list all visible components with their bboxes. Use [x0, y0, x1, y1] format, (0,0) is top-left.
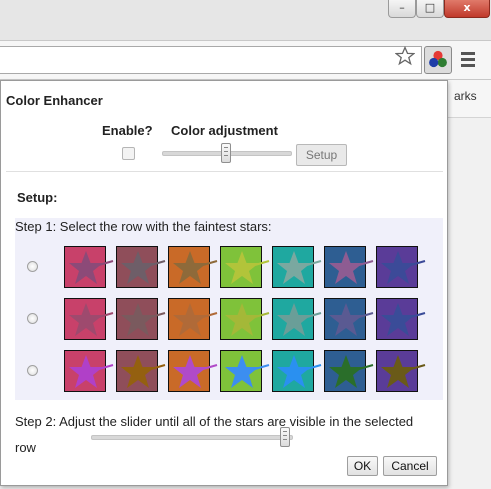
star-swatch: [116, 350, 166, 392]
star-swatch: [324, 246, 374, 288]
star-swatch: [220, 246, 270, 288]
star-swatch: [272, 246, 322, 288]
maximize-button[interactable]: □: [416, 0, 444, 18]
star-icon: [69, 251, 114, 284]
divider: [6, 171, 443, 172]
star-swatch: [64, 350, 114, 392]
color-enhancer-extension-icon: [429, 50, 447, 68]
star-swatch: [220, 350, 270, 392]
color-enhancer-extension-button[interactable]: [424, 46, 452, 74]
star-swatch: [116, 298, 166, 340]
star-icon: [69, 303, 114, 336]
star-icon: [381, 303, 426, 336]
star-swatch: [168, 246, 218, 288]
star-icon: [381, 355, 426, 388]
maximize-icon: □: [424, 1, 436, 14]
star-swatch: [272, 298, 322, 340]
setup-button[interactable]: Setup: [296, 144, 347, 166]
star-icon: [329, 303, 374, 336]
star-outline-icon[interactable]: [395, 46, 415, 66]
row-3-radio[interactable]: [27, 365, 38, 376]
star-icon: [225, 303, 270, 336]
star-icon: [173, 355, 218, 388]
enable-label: Enable?: [102, 123, 153, 138]
star-swatch: [376, 350, 426, 392]
star-icon: [121, 303, 166, 336]
popup-title: Color Enhancer: [6, 93, 103, 108]
star-icon: [69, 355, 114, 388]
step1-instruction: Step 1: Select the row with the faintest…: [15, 219, 272, 234]
close-icon: x: [463, 1, 471, 14]
star-swatch: [168, 298, 218, 340]
star-icon: [173, 303, 218, 336]
row-2-radio[interactable]: [27, 313, 38, 324]
star-swatch: [64, 246, 114, 288]
row-1-radio[interactable]: [27, 261, 38, 272]
address-bar[interactable]: [0, 46, 422, 74]
browser-toolbar: [0, 40, 491, 80]
bookmarks-bar-label: arks: [454, 89, 477, 103]
calibration-slider[interactable]: [91, 435, 293, 440]
star-icon: [121, 251, 166, 284]
star-icon: [277, 251, 322, 284]
color-adjustment-slider-thumb[interactable]: [221, 143, 231, 163]
star-swatch: [324, 350, 374, 392]
color-enhancer-popup: Color Enhancer Enable? Color adjustment …: [0, 80, 448, 486]
minimize-button[interactable]: –: [388, 0, 416, 18]
ok-button[interactable]: OK: [347, 456, 378, 476]
minimize-icon: –: [399, 1, 405, 14]
star-icon: [277, 355, 322, 388]
bookmarks-bar: arks: [448, 80, 491, 118]
star-swatch: [220, 298, 270, 340]
star-icon: [277, 303, 322, 336]
star-swatch: [168, 350, 218, 392]
star-swatch: [376, 298, 426, 340]
calibration-slider-thumb[interactable]: [280, 427, 290, 447]
star-icon: [121, 355, 166, 388]
star-icon: [329, 355, 374, 388]
setup-heading: Setup:: [17, 190, 58, 205]
star-swatch: [64, 298, 114, 340]
star-icon: [329, 251, 374, 284]
hamburger-menu-icon[interactable]: [461, 52, 475, 68]
star-icon: [225, 355, 270, 388]
window-titlebar: – □ x: [0, 0, 491, 40]
star-icon: [225, 251, 270, 284]
star-swatch: [324, 298, 374, 340]
enable-checkbox[interactable]: [122, 147, 135, 160]
star-swatch: [116, 246, 166, 288]
star-icon: [381, 251, 426, 284]
star-icon: [173, 251, 218, 284]
cancel-button[interactable]: Cancel: [383, 456, 437, 476]
star-swatch: [272, 350, 322, 392]
star-swatch: [376, 246, 426, 288]
close-button[interactable]: x: [444, 0, 490, 18]
color-adjustment-label: Color adjustment: [171, 123, 278, 138]
